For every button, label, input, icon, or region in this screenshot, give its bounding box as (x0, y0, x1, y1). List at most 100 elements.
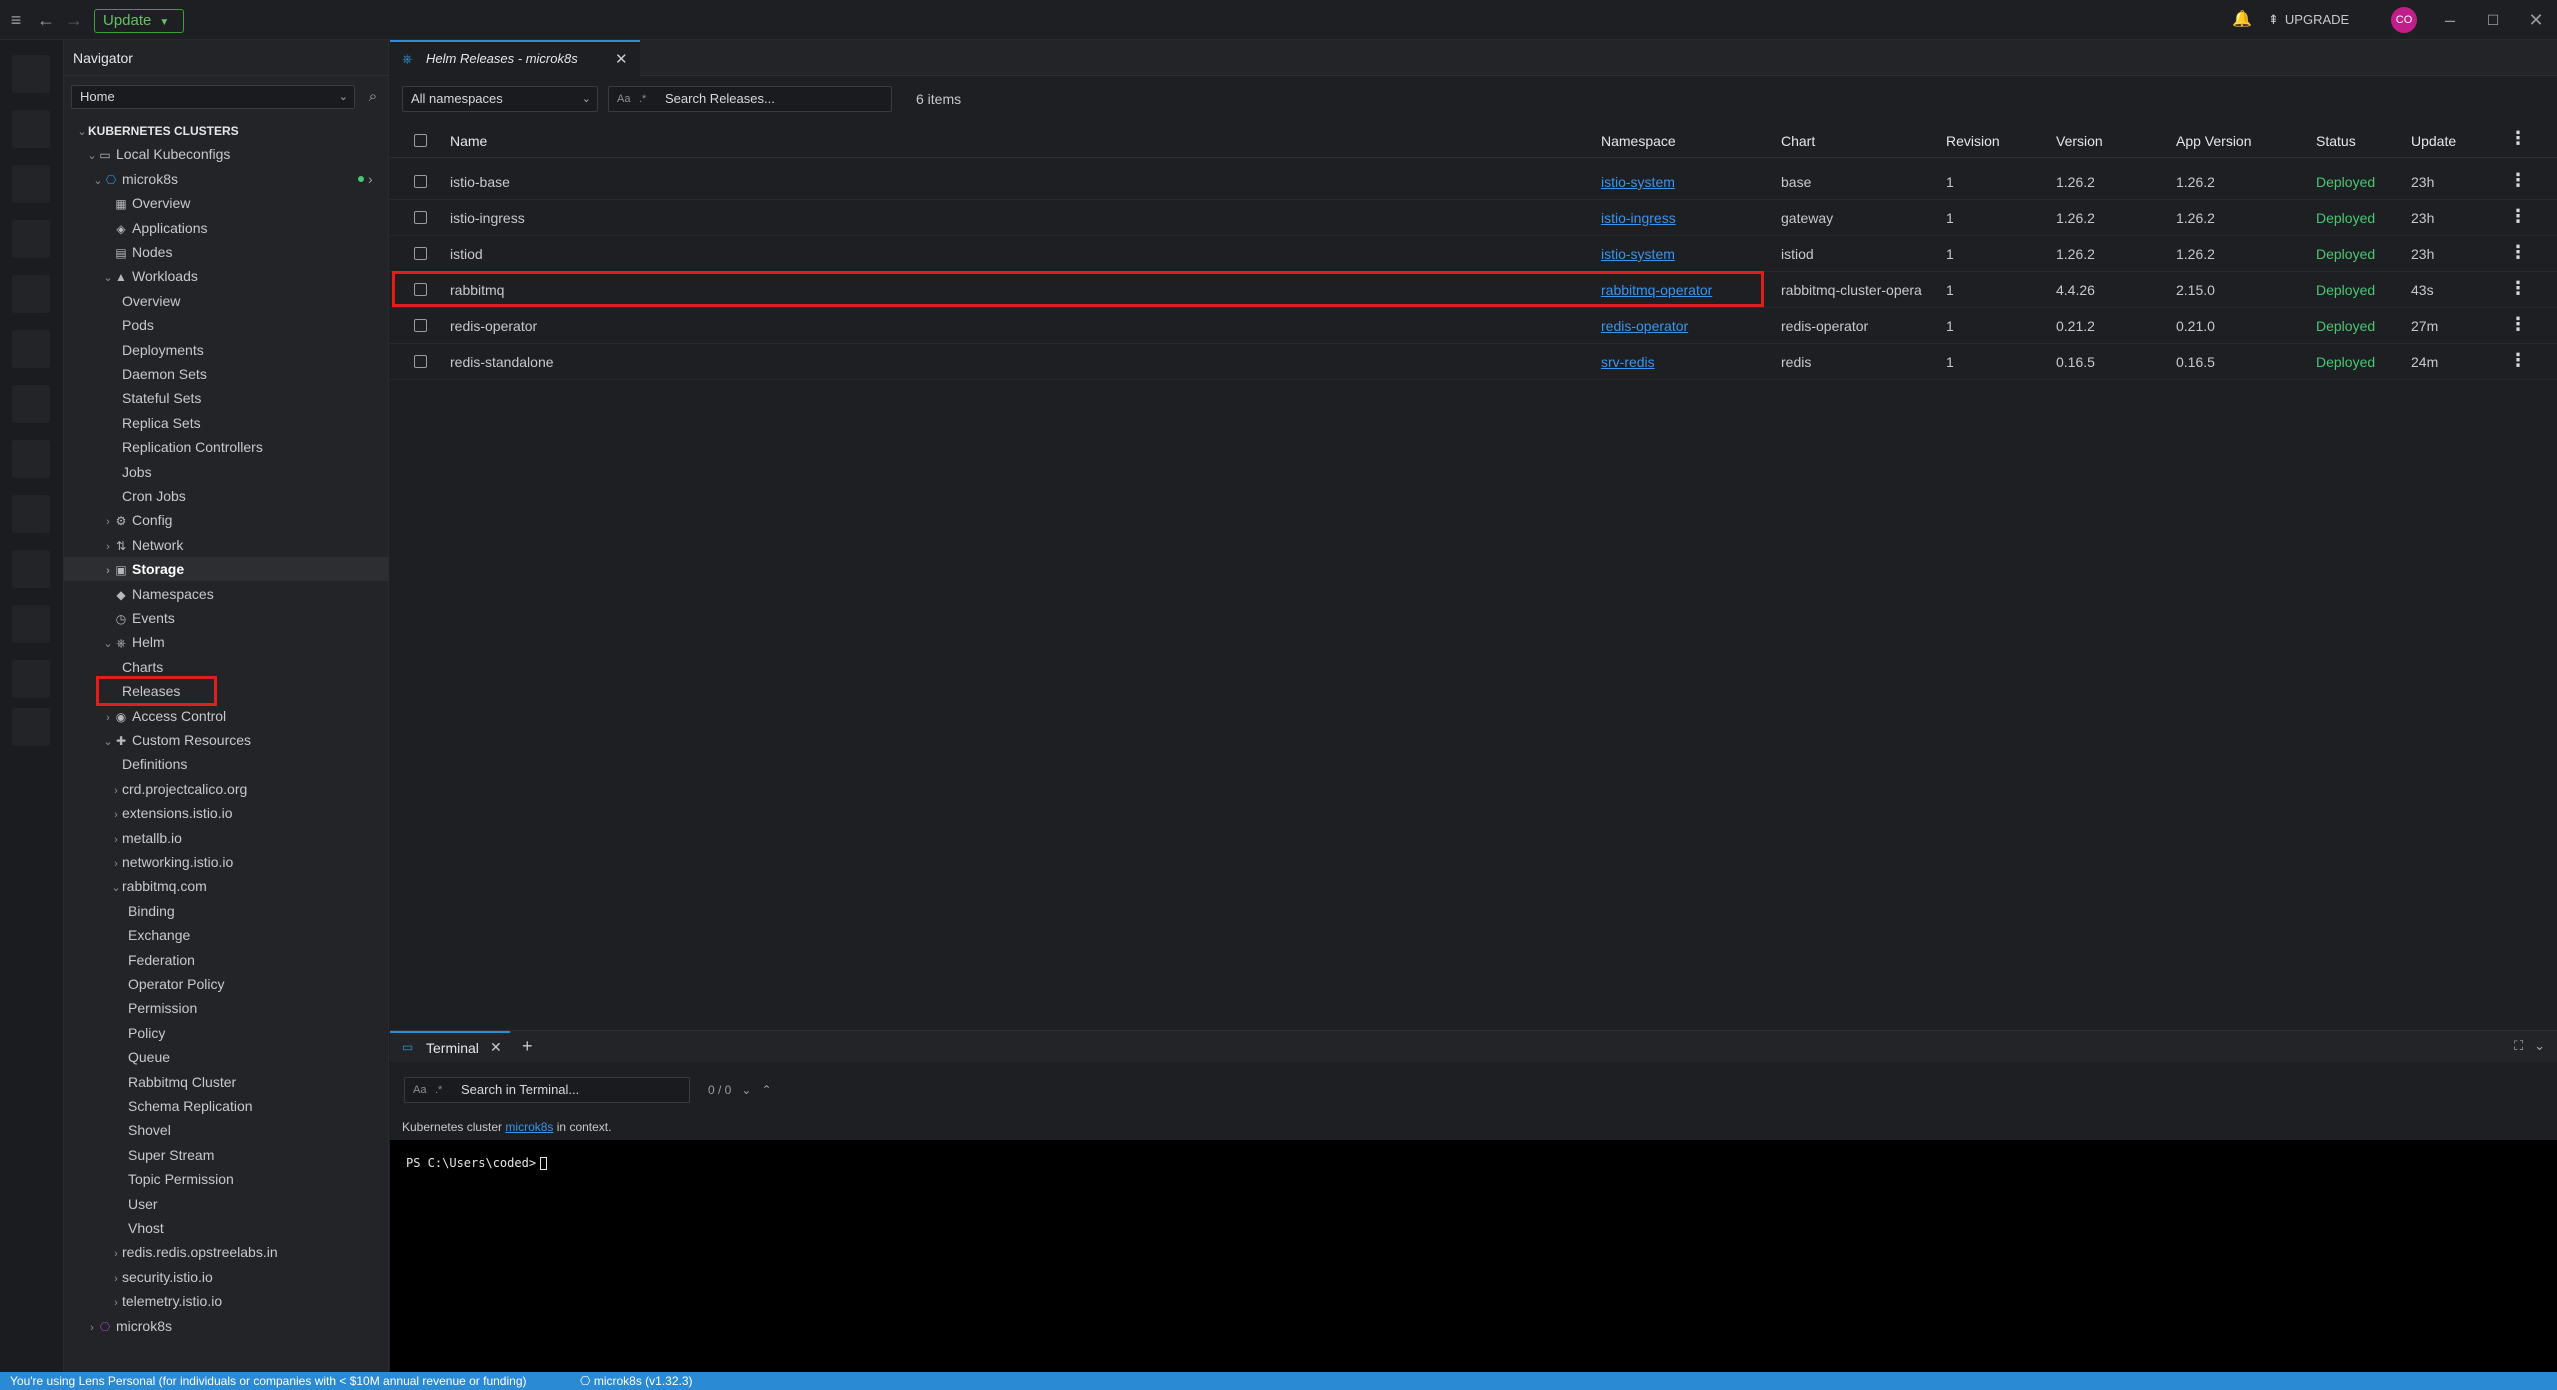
hotbar-item[interactable] (12, 110, 50, 148)
status-cluster[interactable]: ⎔ microk8s (v1.32.3) (580, 1372, 693, 1390)
nav-item-overview[interactable]: Overview (110, 289, 430, 313)
nav-item-exchange[interactable]: Exchange (116, 923, 436, 947)
columns-menu-icon[interactable]: ⋮ (2509, 128, 2527, 149)
nav-item-networking-istio-io[interactable]: › networking.istio.io (110, 850, 430, 874)
hotbar-item[interactable] (12, 440, 50, 478)
cell-namespace[interactable]: istio-ingress (1601, 210, 1771, 226)
nav-item-security-istio-io[interactable]: › security.istio.io (110, 1265, 430, 1289)
nav-item-rabbitmq-cluster[interactable]: Rabbitmq Cluster (116, 1070, 436, 1094)
nav-item-releases[interactable]: Releases (110, 679, 430, 703)
nav-item-helm[interactable]: ⌄ ⎈ Helm (102, 630, 422, 654)
back-icon[interactable]: ← (34, 0, 58, 40)
table-row[interactable]: redis-standalone srv-redis redis 1 0.16.5 0.1… (390, 344, 2557, 380)
column-header-updated[interactable]: Update (2411, 133, 2456, 149)
row-checkbox[interactable] (414, 319, 427, 332)
home-select[interactable]: Home ⌄ (71, 85, 355, 109)
menu-icon[interactable]: ≡ (4, 0, 28, 40)
nav-item-storage[interactable]: › ▣ Storage (64, 557, 389, 581)
hotbar-item[interactable] (12, 275, 50, 313)
column-header-name[interactable]: Name (450, 133, 487, 149)
maximize-icon[interactable]: ☐ (2481, 0, 2505, 40)
row-menu-icon[interactable]: ⋮ (2509, 206, 2527, 227)
nav-item-vhost[interactable]: Vhost (116, 1216, 436, 1240)
cell-namespace[interactable]: srv-redis (1601, 354, 1771, 370)
nav-item-applications[interactable]: ◈ Applications (102, 216, 422, 240)
select-all-checkbox[interactable] (414, 134, 427, 147)
tab-terminal[interactable]: ▭ Terminal ✕ (390, 1031, 510, 1063)
nav-item-telemetry-istio-io[interactable]: › telemetry.istio.io (110, 1289, 430, 1313)
bell-icon[interactable]: 🔔 (2230, 0, 2254, 40)
cell-namespace[interactable]: rabbitmq-operator (1601, 282, 1771, 298)
nav-item-policy[interactable]: Policy (116, 1021, 436, 1045)
close-icon[interactable]: ✕ (2524, 0, 2548, 40)
match-case-icon[interactable]: Aa (617, 87, 630, 111)
close-tab-icon[interactable]: ✕ (615, 50, 628, 68)
column-header-app-version[interactable]: App Version (2176, 133, 2252, 149)
nav-item-namespaces[interactable]: ◆ Namespaces (102, 582, 422, 606)
hotbar-item[interactable] (12, 495, 50, 533)
chevron-right-icon[interactable]: › (110, 803, 122, 827)
cell-namespace[interactable]: istio-system (1601, 246, 1771, 262)
hotbar-item[interactable] (12, 550, 50, 588)
nav-item-workloads[interactable]: ⌄ ▲ Workloads (102, 264, 422, 288)
regex-icon[interactable]: .* (435, 1078, 442, 1102)
row-menu-icon[interactable]: ⋮ (2509, 314, 2527, 335)
row-menu-icon[interactable]: ⋮ (2509, 278, 2527, 299)
nav-item-daemon-sets[interactable]: Daemon Sets (110, 362, 430, 386)
hotbar-item[interactable] (12, 605, 50, 643)
nav-item-definitions[interactable]: Definitions (110, 752, 430, 776)
upgrade-button[interactable]: ⇞ UPGRADE (2268, 0, 2349, 40)
table-row[interactable]: rabbitmq rabbitmq-operator rabbitmq-cluste… (390, 272, 2557, 308)
hotbar-item[interactable] (12, 220, 50, 258)
hotbar-item[interactable] (12, 385, 50, 423)
nav-item-extensions-istio-io[interactable]: › extensions.istio.io (110, 801, 430, 825)
chevron-right-icon[interactable]: › (110, 1267, 122, 1291)
minimize-icon[interactable]: – (2438, 0, 2462, 40)
chevron-right-icon[interactable]: › (110, 1291, 122, 1315)
chevron-right-icon[interactable]: › (110, 828, 122, 852)
forward-icon[interactable]: → (62, 0, 86, 40)
nav-item-charts[interactable]: Charts (110, 655, 430, 679)
nav-item-queue[interactable]: Queue (116, 1045, 436, 1069)
nav-item-custom-resources[interactable]: ⌄ ✚ Custom Resources (102, 728, 422, 752)
update-button[interactable]: Update ▼ (94, 9, 185, 33)
row-checkbox[interactable] (414, 211, 427, 224)
hotbar-item[interactable] (12, 330, 50, 368)
row-checkbox[interactable] (414, 355, 427, 368)
nav-item-nodes[interactable]: ▤ Nodes (102, 240, 422, 264)
nav-item-operator-policy[interactable]: Operator Policy (116, 972, 436, 996)
cell-namespace[interactable]: redis-operator (1601, 318, 1771, 334)
row-checkbox[interactable] (414, 175, 427, 188)
nav-item-rabbitmq-com[interactable]: ⌄rabbitmq.com (110, 874, 430, 898)
nav-item-local-kubeconfigs[interactable]: ⌄ ▭ Local Kubeconfigs (86, 142, 406, 166)
chevron-down-icon[interactable]: ⌄ (741, 1083, 751, 1097)
nav-item-access-control[interactable]: › ◉ Access Control (102, 704, 422, 728)
avatar[interactable]: CO (2391, 7, 2417, 33)
column-header-namespace[interactable]: Namespace (1601, 133, 1676, 149)
chevron-right-icon[interactable]: › (102, 535, 114, 559)
chevron-down-icon[interactable]: ⌄ (76, 120, 88, 144)
nav-item-super-stream[interactable]: Super Stream (116, 1143, 436, 1167)
hotbar-item[interactable] (12, 660, 50, 698)
fullscreen-icon[interactable]: ⛶ (2514, 1038, 2523, 1053)
nav-item-permission[interactable]: Permission (116, 996, 436, 1020)
table-row[interactable]: istiod istio-system istiod 1 1.26.2 1.26.2 Dep… (390, 236, 2557, 272)
chevron-right-icon[interactable]: › (110, 779, 122, 803)
hotbar-item[interactable] (12, 708, 50, 746)
chevron-down-icon[interactable]: ⌄ (102, 632, 114, 656)
nav-item-config[interactable]: › ⚙ Config (102, 508, 422, 532)
terminal-screen[interactable]: PS C:\Users\coded> (390, 1140, 2557, 1372)
search-releases-input[interactable]: Aa .* Search Releases... (608, 86, 892, 112)
nav-item-network[interactable]: › ⇅ Network (102, 533, 422, 557)
nav-item-metallb-io[interactable]: › metallb.io (110, 826, 430, 850)
nav-item-binding[interactable]: Binding (116, 899, 436, 923)
nav-item-user[interactable]: User (116, 1192, 436, 1216)
chevron-right-icon[interactable]: › (110, 852, 122, 876)
hotbar-item[interactable] (12, 165, 50, 203)
column-header-status[interactable]: Status (2316, 133, 2356, 149)
nav-item-deployments[interactable]: Deployments (110, 338, 430, 362)
chevron-right-icon[interactable]: › (102, 706, 114, 730)
namespace-select[interactable]: All namespaces ⌄ (402, 86, 598, 112)
nav-item-kubernetes-clusters[interactable]: ⌄KUBERNETES CLUSTERS (76, 118, 396, 142)
row-menu-icon[interactable]: ⋮ (2509, 170, 2527, 191)
